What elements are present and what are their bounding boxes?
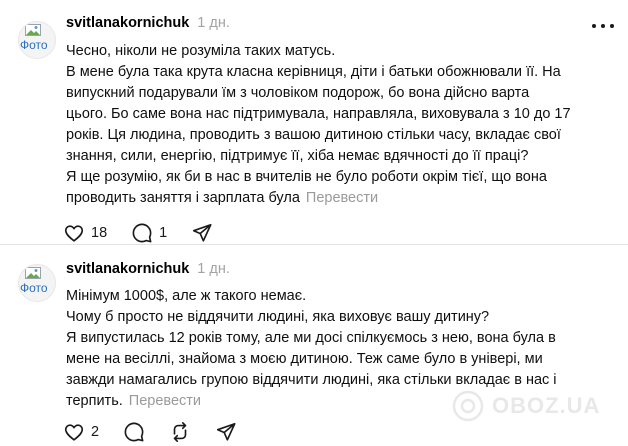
reply-button[interactable] bbox=[123, 421, 145, 443]
avatar[interactable]: Фото bbox=[18, 21, 56, 59]
repost-button[interactable] bbox=[169, 421, 191, 443]
reply-button[interactable]: 1 bbox=[131, 222, 167, 244]
watermark-text: OBOZ.UA bbox=[492, 393, 601, 418]
post-text-line: років. Ця людина, проводить з вашою дити… bbox=[66, 127, 561, 143]
post-text-line: терпить. bbox=[66, 393, 123, 409]
like-count: 2 bbox=[91, 424, 100, 440]
heart-icon bbox=[64, 225, 84, 242]
post-text-line: Чому б просто не віддячити людині, яка в… bbox=[66, 309, 490, 325]
post-text-line: Я ще розумію, як би в нас в вчителів не … bbox=[66, 169, 547, 185]
post-text-line: Чесно, ніколи не розуміла таких матусь. bbox=[66, 43, 336, 59]
comment-icon bbox=[124, 422, 144, 442]
post-text-line: проводить заняття і зарплата була bbox=[66, 190, 300, 206]
share-icon bbox=[217, 422, 236, 441]
avatar[interactable]: Фото bbox=[18, 264, 56, 302]
more-options-icon[interactable] bbox=[592, 20, 614, 32]
post-text-line-last: проводить заняття і зарплата була Перевес… bbox=[66, 188, 606, 209]
comment-icon bbox=[132, 223, 152, 243]
like-button[interactable]: 2 bbox=[63, 421, 99, 443]
oboz-logo-icon bbox=[452, 390, 484, 422]
reply-count: 1 bbox=[159, 225, 168, 241]
repost-icon bbox=[173, 422, 187, 442]
share-button[interactable] bbox=[191, 222, 213, 244]
post-text-line: мене на весіллі, знайома з моєю дитиною.… bbox=[66, 351, 543, 367]
post-text-line: випускний подарували їм з чоловіком подо… bbox=[66, 85, 530, 101]
username[interactable]: svitlanakornichuk bbox=[66, 261, 189, 277]
post-text-line: Мінімум 1000$, але ж такого немає. bbox=[66, 288, 307, 304]
post-text: Чесно, ніколи не розуміла таких матусь. … bbox=[66, 41, 606, 209]
timestamp: 1 дн. bbox=[197, 261, 230, 277]
broken-image-icon bbox=[25, 267, 41, 279]
broken-image-icon bbox=[25, 24, 41, 36]
translate-link[interactable]: Перевести bbox=[306, 190, 378, 206]
avatar-alt-text: Фото bbox=[20, 38, 48, 52]
like-button[interactable]: 18 bbox=[63, 222, 107, 244]
username[interactable]: svitlanakornichuk bbox=[66, 15, 189, 31]
post: Фото svitlanakornichuk 1 дн. Чесно, ніко… bbox=[0, 0, 628, 244]
heart-icon bbox=[64, 424, 84, 441]
avatar-alt-text: Фото bbox=[20, 281, 48, 295]
post-text-line: В мене була така крута класна керівниця,… bbox=[66, 64, 561, 80]
action-bar: 18 1 bbox=[63, 222, 237, 244]
like-count: 18 bbox=[91, 225, 108, 241]
share-button[interactable] bbox=[215, 421, 237, 443]
post-header: svitlanakornichuk 1 дн. bbox=[66, 261, 230, 281]
post-text-line: Я випустилась 12 років тому, але ми досі… bbox=[66, 330, 556, 346]
action-bar: 2 bbox=[63, 421, 261, 443]
watermark: OBOZ.UA bbox=[452, 386, 622, 426]
share-icon bbox=[193, 223, 212, 242]
post-header: svitlanakornichuk 1 дн. bbox=[66, 15, 230, 35]
post-text-line: знання, сили, енергію, підтримує її, хіб… bbox=[66, 148, 529, 164]
timestamp: 1 дн. bbox=[197, 15, 230, 31]
post-text-line: цього. Бо саме вона нас підтримувала, на… bbox=[66, 106, 571, 122]
translate-link[interactable]: Перевести bbox=[129, 393, 201, 409]
